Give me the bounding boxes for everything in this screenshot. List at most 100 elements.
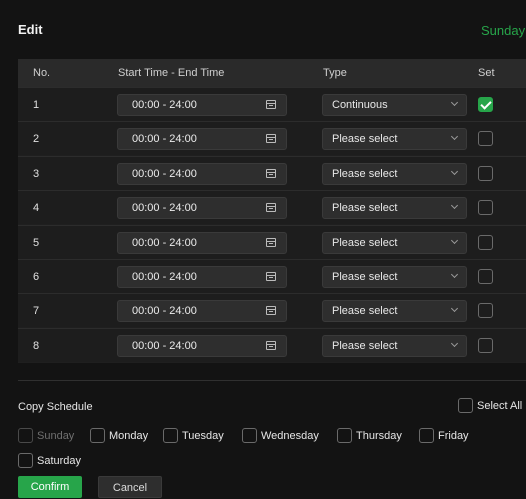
select-all-label: Select All — [477, 399, 523, 412]
time-range-picker[interactable]: 00:00 - 24:00 — [117, 94, 287, 116]
chevron-down-icon — [450, 270, 459, 279]
set-checkbox[interactable] — [478, 234, 493, 250]
day-label: Friday — [438, 429, 469, 442]
calendar-icon[interactable] — [266, 100, 276, 109]
time-range-value: 00:00 - 24:00 — [132, 271, 197, 283]
select-all-checkbox[interactable]: Select All — [458, 398, 522, 414]
row-number: 8 — [33, 339, 40, 352]
time-range-picker[interactable]: 00:00 - 24:00 — [117, 231, 287, 254]
time-range-value: 00:00 - 24:00 — [132, 202, 197, 215]
set-checkbox[interactable] — [478, 200, 493, 216]
day-checkbox-sunday: Sunday — [18, 428, 74, 444]
type-select-value: Please select — [332, 271, 398, 283]
time-range-value: 00:00 - 24:00 — [132, 99, 197, 111]
type-select[interactable]: Please select — [322, 197, 467, 220]
day-label: Wednesday — [261, 429, 319, 442]
table-row: 5 00:00 - 24:00 Please select — [18, 224, 526, 259]
row-number: 3 — [33, 167, 40, 180]
time-range-value: 00:00 - 24:00 — [132, 339, 197, 352]
type-select-value: Please select — [332, 339, 398, 352]
time-range-picker[interactable]: 00:00 - 24:00 — [117, 162, 287, 185]
chevron-down-icon — [450, 167, 459, 175]
table-row: 3 00:00 - 24:00 Please select — [18, 155, 526, 190]
chevron-down-icon — [450, 339, 459, 347]
day-checkbox-wednesday[interactable]: Wednesday — [242, 428, 319, 444]
checkbox-box[interactable] — [242, 428, 257, 444]
time-range-value: 00:00 - 24:00 — [132, 167, 197, 180]
divider — [18, 380, 526, 381]
chevron-down-icon — [450, 236, 459, 244]
type-select-value: Please select — [332, 236, 398, 249]
table-header: No. Start Time - End Time Type Set — [18, 59, 526, 87]
day-checkbox-thursday[interactable]: Thursday — [337, 428, 402, 444]
checkbox-box[interactable] — [163, 428, 178, 444]
checkbox-box[interactable] — [419, 428, 434, 444]
chevron-down-icon — [450, 305, 459, 313]
time-range-picker[interactable]: 00:00 - 24:00 — [117, 300, 287, 323]
checkbox-box[interactable] — [18, 453, 33, 469]
type-select[interactable]: Please select — [322, 334, 467, 357]
set-checkbox[interactable] — [478, 97, 493, 112]
table-row: 2 00:00 - 24:00 Please select — [18, 121, 526, 156]
column-header-type: Type — [323, 67, 347, 79]
dialog-title: Edit — [18, 22, 43, 37]
day-checkbox-monday[interactable]: Monday — [90, 428, 148, 444]
calendar-icon[interactable] — [266, 168, 276, 178]
calendar-icon[interactable] — [266, 203, 276, 213]
confirm-button[interactable]: Confirm — [18, 476, 82, 498]
type-select-value: Please select — [332, 133, 398, 146]
type-select[interactable]: Please select — [322, 266, 467, 288]
time-range-picker[interactable]: 00:00 - 24:00 — [117, 334, 287, 357]
type-select[interactable]: Continuous — [322, 94, 467, 116]
calendar-icon[interactable] — [266, 340, 276, 350]
cancel-button[interactable]: Cancel — [98, 476, 162, 498]
day-label: Tuesday — [182, 429, 224, 442]
checkbox-box[interactable] — [90, 428, 105, 444]
day-label: Saturday — [37, 454, 82, 467]
day-checkbox-saturday[interactable]: Saturday — [18, 453, 81, 469]
set-checkbox[interactable] — [478, 337, 493, 353]
type-select-value: Please select — [332, 167, 398, 180]
set-checkbox[interactable] — [478, 269, 493, 284]
type-select[interactable]: Please select — [322, 162, 467, 185]
table-row: 7 00:00 - 24:00 Please select — [18, 293, 526, 328]
chevron-down-icon — [450, 133, 459, 141]
time-range-picker[interactable]: 00:00 - 24:00 — [117, 266, 287, 288]
copy-schedule-label: Copy Schedule — [18, 401, 93, 413]
current-day-label: Sunday — [481, 23, 526, 38]
checkbox-box[interactable] — [337, 428, 352, 444]
type-select-value: Please select — [332, 202, 398, 215]
day-label: Monday — [109, 429, 149, 442]
dialog-header: Edit Sunday — [0, 0, 526, 48]
set-checkbox[interactable] — [478, 131, 493, 147]
type-select[interactable]: Please select — [322, 300, 467, 323]
table-row: 1 00:00 - 24:00 Continuous — [18, 87, 526, 121]
day-checkbox-tuesday[interactable]: Tuesday — [163, 428, 224, 444]
time-range-picker[interactable]: 00:00 - 24:00 — [117, 128, 287, 151]
table-row: 8 00:00 - 24:00 Please select — [18, 327, 526, 362]
time-range-value: 00:00 - 24:00 — [132, 305, 197, 318]
row-number: 5 — [33, 236, 40, 249]
set-checkbox[interactable] — [478, 303, 493, 319]
row-number: 7 — [33, 305, 40, 318]
type-select[interactable]: Please select — [322, 231, 467, 254]
calendar-icon[interactable] — [266, 272, 276, 281]
select-all-box[interactable] — [458, 398, 473, 414]
type-select[interactable]: Please select — [322, 128, 467, 151]
calendar-icon[interactable] — [266, 134, 276, 144]
calendar-icon[interactable] — [266, 306, 276, 316]
table-row: 6 00:00 - 24:00 Please select — [18, 259, 526, 293]
column-header-no: No. — [33, 67, 51, 79]
time-range-picker[interactable]: 00:00 - 24:00 — [117, 197, 287, 220]
table-row: 4 00:00 - 24:00 Please select — [18, 190, 526, 225]
row-number: 6 — [33, 271, 40, 283]
time-range-value: 00:00 - 24:00 — [132, 133, 197, 146]
row-number: 2 — [33, 133, 40, 146]
calendar-icon[interactable] — [266, 237, 276, 247]
day-checkbox-friday[interactable]: Friday — [419, 428, 469, 444]
schedule-table: No. Start Time - End Time Type Set 1 00:0… — [18, 59, 526, 363]
row-number: 1 — [33, 99, 40, 111]
set-checkbox[interactable] — [478, 165, 493, 181]
chevron-down-icon — [450, 202, 459, 210]
checkbox-box — [18, 428, 33, 444]
